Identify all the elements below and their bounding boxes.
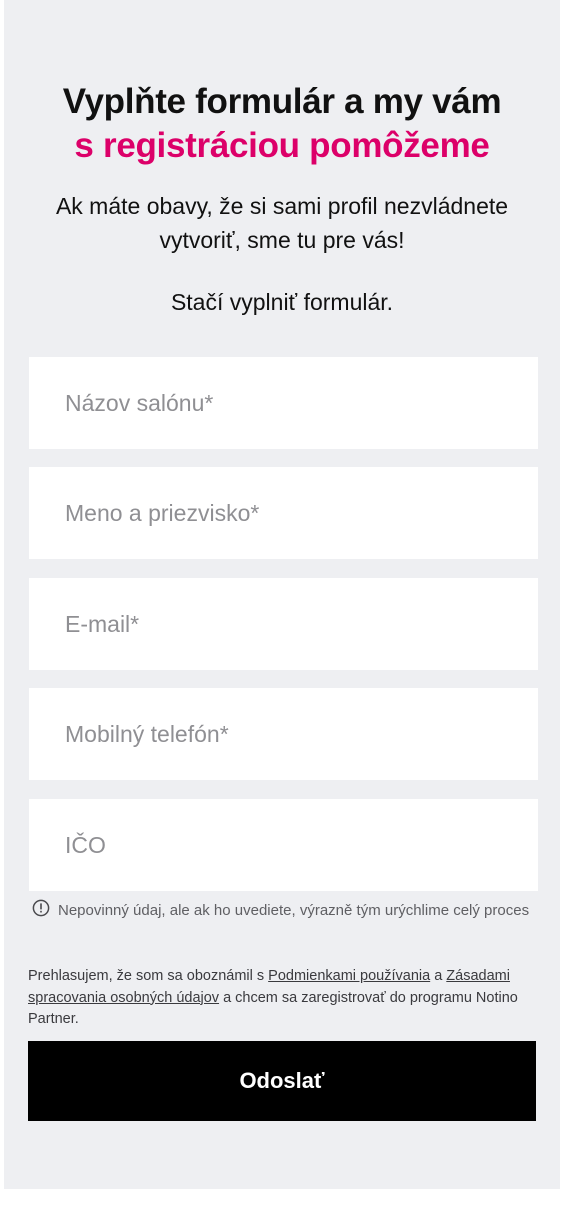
intro-text: Ak máte obavy, že si sami profil nezvlád… — [55, 193, 509, 253]
terms-link[interactable]: Podmienkami používania — [268, 968, 430, 984]
salon-name-input[interactable] — [29, 357, 538, 449]
info-icon — [32, 899, 58, 923]
ico-input[interactable] — [29, 799, 538, 891]
page-title: Vyplňte formulár a my vám s registráciou… — [4, 80, 560, 168]
phone-input[interactable] — [29, 688, 538, 780]
registration-panel: Vyplňte formulár a my vám s registráciou… — [4, 0, 560, 1189]
hint-text: Nepovinný údaj, ale ak ho uvediete, výra… — [58, 902, 530, 919]
consent-text: Prehlasujem, že som sa oboznámil s Podmi… — [28, 966, 543, 1031]
submit-button[interactable]: Odoslať — [28, 1041, 536, 1121]
ico-hint: Nepovinný údaj, ale ak ho uvediete, výra… — [32, 899, 552, 923]
cta-text: Stačí vyplniť formulár. — [170, 289, 394, 315]
full-name-input[interactable] — [29, 467, 538, 559]
email-input[interactable] — [29, 578, 538, 670]
consent-prefix: Prehlasujem, že som sa oboznámil s — [28, 968, 269, 984]
title-accent-line: s registráciou pomôžeme — [74, 126, 490, 165]
title-line: Vyplňte formulár a my vám — [62, 82, 502, 121]
consent-middle: a — [430, 968, 447, 984]
